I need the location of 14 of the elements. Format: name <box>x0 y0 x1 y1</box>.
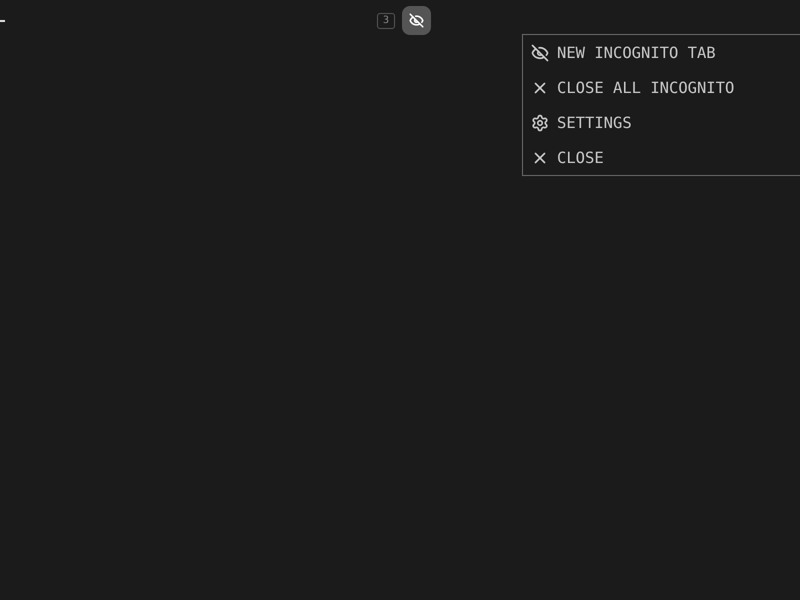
settings-icon <box>531 114 549 132</box>
menu-item-label: CLOSE ALL INCOGNITO <box>557 78 734 96</box>
menu-item-label: SETTINGS <box>557 114 632 132</box>
eye-off-icon <box>409 13 424 28</box>
menu-item-label: CLOSE <box>557 148 604 166</box>
eye-off-icon <box>531 44 549 62</box>
menu-item[interactable]: CLOSE ALL INCOGNITO <box>523 70 800 105</box>
menu-item-label: NEW INCOGNITO TAB <box>557 44 716 62</box>
menu-item[interactable]: SETTINGS <box>523 105 800 140</box>
menu-item[interactable]: CLOSE <box>523 140 800 175</box>
incognito-button[interactable] <box>402 6 432 35</box>
tab-count-badge: 3 <box>376 12 396 28</box>
menu-item[interactable]: NEW INCOGNITO TAB <box>523 35 800 70</box>
text-cursor <box>0 20 5 22</box>
